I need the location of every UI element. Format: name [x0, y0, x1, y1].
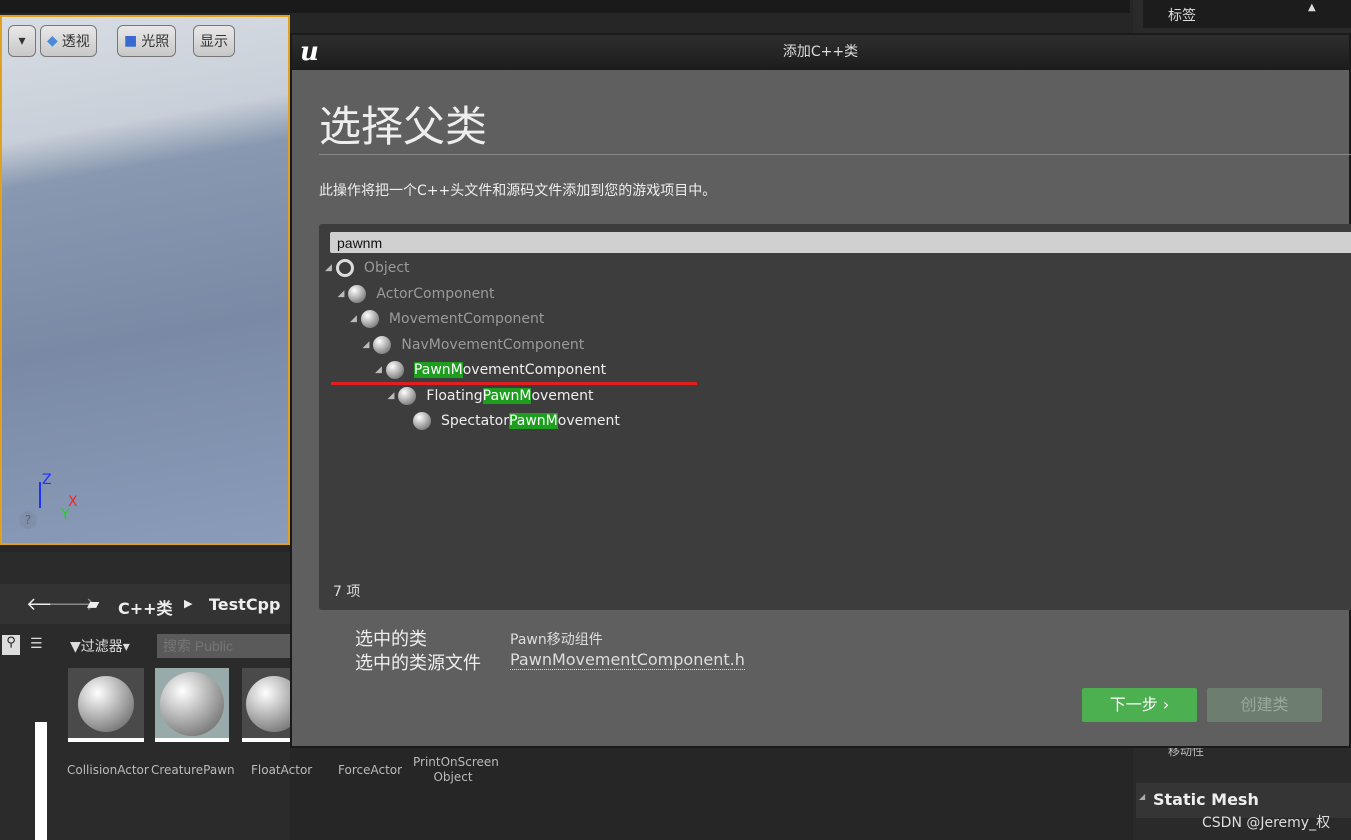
folder-icon: ▰ — [87, 594, 100, 613]
search-icon[interactable]: ⚲ — [2, 635, 20, 655]
selected-class-label: 选中的类 — [355, 629, 427, 650]
expand-triangle-icon[interactable]: ◢ — [350, 314, 357, 324]
chevron-down-icon: ▾ — [18, 33, 26, 49]
asset-thumbnail[interactable] — [68, 668, 144, 742]
component-icon — [413, 412, 431, 430]
unreal-logo-icon: u — [300, 37, 319, 67]
expand-triangle-icon[interactable]: ◢ — [338, 289, 345, 299]
tree-item[interactable]: ◢ ActorComponent — [338, 283, 495, 305]
level-viewport[interactable]: ▾ ◆ 透视 ■ 光照 显示 Z X Y ? — [0, 15, 290, 545]
component-icon — [348, 284, 367, 303]
page-title: 选择父类 — [319, 102, 488, 151]
show-button[interactable]: 显示 — [193, 25, 235, 57]
asset-label: FloatActor — [251, 763, 313, 777]
watermark: CSDN @Jeremy_权 — [1202, 815, 1331, 831]
static-mesh-section[interactable]: Static Mesh — [1153, 790, 1259, 809]
class-tree-panel: ◢Object ◢ActorComponent ◢MovementComponent… — [319, 224, 1351, 610]
expand-triangle-icon[interactable]: ◢ — [375, 365, 382, 375]
expand-triangle-icon[interactable]: ◢ — [388, 391, 395, 401]
selected-source-label: 选中的类源文件 — [355, 653, 481, 674]
tree-item[interactable]: ◢ NavMovementComponent — [363, 334, 584, 356]
menu-bar — [0, 0, 1130, 13]
red-underline-annotation — [331, 382, 697, 385]
scrollbar[interactable] — [35, 722, 47, 840]
asset-thumbnail[interactable] — [155, 668, 229, 742]
tree-item[interactable]: ◢ MovementComponent — [350, 308, 544, 330]
perspective-icon: ◆ — [47, 33, 58, 49]
item-count: 7 项 — [333, 584, 361, 600]
expand-icon[interactable]: ◢ — [1139, 792, 1145, 801]
asset-label: PrintOnScreen Object — [413, 755, 499, 784]
filter-button[interactable]: ▼过滤器▾ — [70, 636, 130, 656]
component-icon — [385, 361, 404, 379]
tree-item[interactable]: ◢ Object — [325, 257, 410, 279]
breadcrumb-cpp[interactable]: C++类 — [118, 595, 173, 619]
circle-icon — [335, 259, 354, 277]
class-search-input[interactable] — [330, 232, 1351, 253]
perspective-button[interactable]: ◆ 透视 — [40, 25, 97, 57]
help-icon[interactable]: ? — [19, 511, 37, 529]
tree-item[interactable]: ◢ PawnMovementComponent — [375, 359, 606, 381]
selected-class-value: Pawn移动组件 — [510, 632, 603, 648]
lighting-button[interactable]: ■ 光照 — [117, 25, 177, 57]
breadcrumb-chevron-icon: ▶ — [184, 597, 193, 610]
description: 此操作将把一个C++头文件和源码文件添加到您的游戏项目中。 — [319, 183, 717, 199]
asset-search-input[interactable] — [157, 634, 290, 658]
cube-icon: ■ — [124, 33, 138, 49]
dialog-title: 添加C++类 — [782, 44, 859, 60]
next-button[interactable]: 下一步 › — [1082, 688, 1197, 722]
y-axis-label: Y — [61, 507, 70, 523]
selected-source-link[interactable]: PawnMovementComponent.h — [510, 650, 745, 670]
add-cpp-class-dialog: u 添加C++类 选择父类 此操作将把一个C++头文件和源码文件添加到您的游戏项… — [290, 33, 1351, 748]
breadcrumb-testcpp[interactable]: TestCpp — [209, 595, 280, 614]
expand-triangle-icon[interactable]: ◢ — [325, 263, 332, 273]
asset-label: ForceActor — [338, 763, 403, 777]
create-class-button[interactable]: 创建类 — [1207, 688, 1322, 722]
content-browser: 🡐 🡒 ▰ C++类 ▶ TestCpp ⚲ ☰ ▼过滤器▾ Collision… — [0, 552, 312, 840]
asset-label: CollisionActor — [67, 763, 149, 777]
asset-label: CreaturePawn — [151, 763, 235, 777]
dialog-title-bar: u 添加C++类 — [292, 35, 1349, 70]
expand-triangle-icon[interactable]: ◢ — [363, 340, 370, 350]
component-icon — [360, 310, 379, 328]
z-axis-line — [39, 482, 41, 508]
viewport-options-button[interactable]: ▾ — [8, 25, 36, 57]
asset-thumbnail[interactable] — [242, 668, 302, 742]
tree-item[interactable]: SpectatorPawnMovement — [400, 410, 620, 432]
tags-label: 标签 — [1168, 8, 1196, 24]
component-icon — [398, 386, 417, 405]
z-axis-label: Z — [42, 472, 52, 488]
list-icon[interactable]: ☰ — [30, 636, 43, 652]
component-icon — [373, 335, 392, 354]
divider — [319, 154, 1351, 155]
tree-item[interactable]: ◢ FloatingPawnMovement — [388, 385, 594, 407]
collapse-icon[interactable]: ▲ — [1308, 2, 1316, 13]
